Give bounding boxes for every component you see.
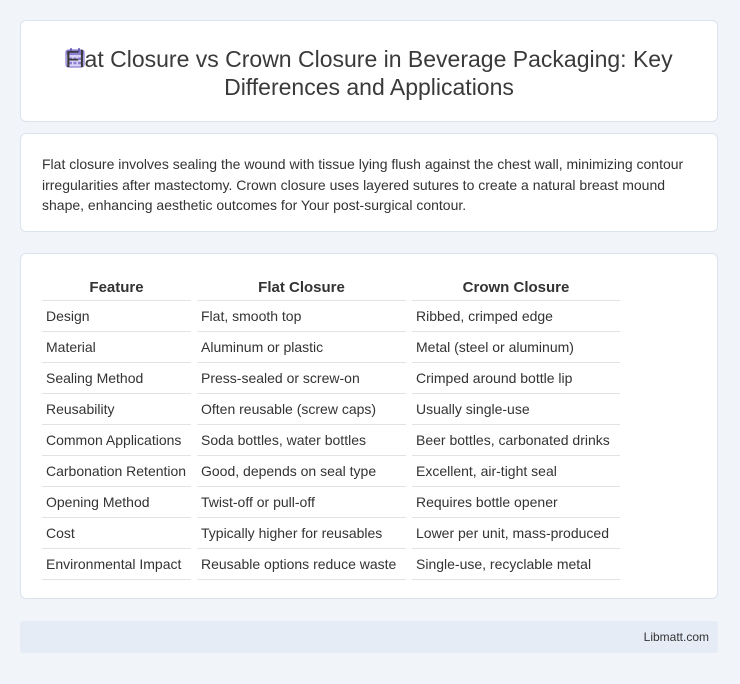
- page-title: Flat Closure vs Crown Closure in Beverag…: [65, 46, 673, 100]
- table-cell: Reusability: [42, 394, 191, 425]
- table-cell: Press-sealed or screw-on: [197, 363, 406, 394]
- table-cell: Material: [42, 332, 191, 363]
- table-row: Carbonation Retention Good, depends on s…: [42, 456, 620, 487]
- table-cell: Flat, smooth top: [197, 301, 406, 332]
- table-cell: Reusable options reduce waste: [197, 549, 406, 580]
- table-row: Reusability Often reusable (screw caps) …: [42, 394, 620, 425]
- table-cell: Ribbed, crimped edge: [412, 301, 620, 332]
- table-cell: Twist-off or pull-off: [197, 487, 406, 518]
- footer-brand-link[interactable]: Libmatt.com: [644, 630, 709, 644]
- table-row: Environmental Impact Reusable options re…: [42, 549, 620, 580]
- title-card: Flat Closure vs Crown Closure in Beverag…: [20, 20, 718, 122]
- table-row: Sealing Method Press-sealed or screw-on …: [42, 363, 620, 394]
- table-cell: Typically higher for reusables: [197, 518, 406, 549]
- table-cell: Design: [42, 301, 191, 332]
- header-flat-closure: Flat Closure: [197, 274, 406, 301]
- table-cell: Often reusable (screw caps): [197, 394, 406, 425]
- comparison-table: Feature Flat Closure Crown Closure Desig…: [36, 274, 626, 580]
- table-cell: Carbonation Retention: [42, 456, 191, 487]
- table-cell: Good, depends on seal type: [197, 456, 406, 487]
- table-cell: Metal (steel or aluminum): [412, 332, 620, 363]
- table-cell: Beer bottles, carbonated drinks: [412, 425, 620, 456]
- header-feature: Feature: [42, 274, 191, 301]
- footer: Libmatt.com: [20, 621, 718, 653]
- description-text: Flat closure involves sealing the wound …: [42, 156, 684, 213]
- table-row: Design Flat, smooth top Ribbed, crimped …: [42, 301, 620, 332]
- description-card: Flat closure involves sealing the wound …: [20, 133, 718, 232]
- table-cell: Cost: [42, 518, 191, 549]
- table-cell: Single-use, recyclable metal: [412, 549, 620, 580]
- table-row: Material Aluminum or plastic Metal (stee…: [42, 332, 620, 363]
- table-row: Common Applications Soda bottles, water …: [42, 425, 620, 456]
- table-cell: Soda bottles, water bottles: [197, 425, 406, 456]
- table-row: Opening Method Twist-off or pull-off Req…: [42, 487, 620, 518]
- table-header-row: Feature Flat Closure Crown Closure: [42, 274, 620, 301]
- table-cell: Usually single-use: [412, 394, 620, 425]
- table-cell: Aluminum or plastic: [197, 332, 406, 363]
- table-cell: Common Applications: [42, 425, 191, 456]
- table-cell: Excellent, air-tight seal: [412, 456, 620, 487]
- header-crown-closure: Crown Closure: [412, 274, 620, 301]
- table-cell: Lower per unit, mass-produced: [412, 518, 620, 549]
- table-cell: Opening Method: [42, 487, 191, 518]
- comparison-card: Feature Flat Closure Crown Closure Desig…: [20, 253, 718, 599]
- table-cell: Crimped around bottle lip: [412, 363, 620, 394]
- table-cell: Sealing Method: [42, 363, 191, 394]
- table-cell: Requires bottle opener: [412, 487, 620, 518]
- table-row: Cost Typically higher for reusables Lowe…: [42, 518, 620, 549]
- table-cell: Environmental Impact: [42, 549, 191, 580]
